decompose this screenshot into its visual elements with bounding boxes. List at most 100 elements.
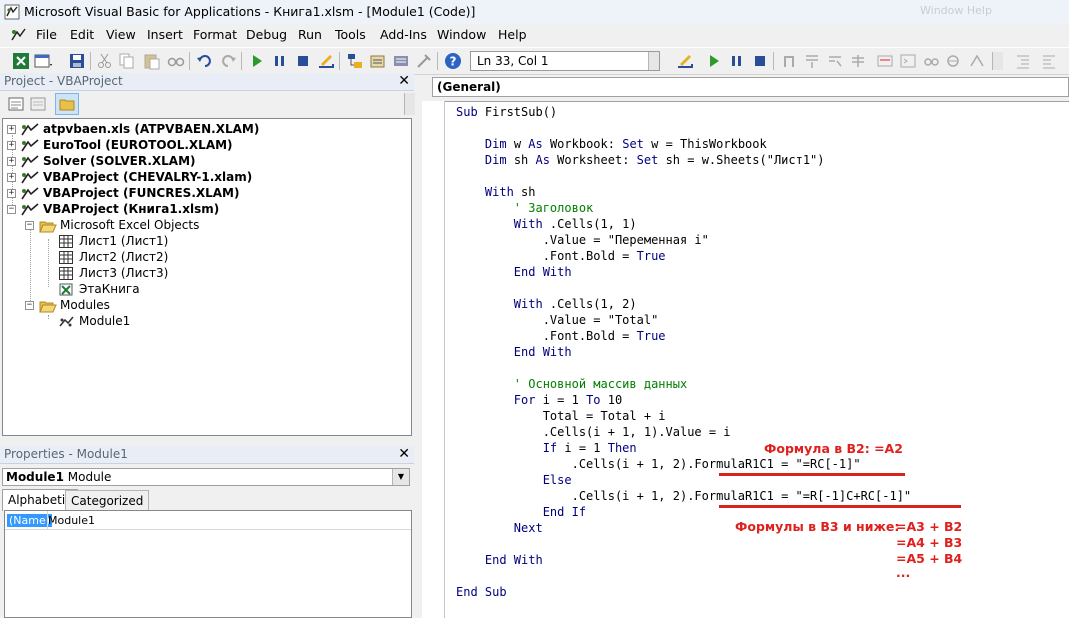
collapse-icon[interactable]: − — [7, 205, 16, 214]
standard-toolbar: ? Ln 33, Col 1 — [0, 47, 1069, 75]
vba-project-icon — [21, 123, 39, 136]
code-line: .Cells(i + 1, 2).FormulaR1C1 = "=RC[-1]" — [456, 457, 861, 471]
break-icon-2[interactable] — [728, 52, 746, 70]
project-tree: + atpvbaen.xls (ATPVBAEN.XLAM) + EuroToo… — [2, 118, 412, 436]
call-stack-icon[interactable] — [968, 52, 986, 70]
menu-format[interactable]: Format — [193, 27, 237, 42]
immediate-icon[interactable] — [899, 52, 917, 70]
view-object-icon[interactable] — [30, 96, 46, 112]
code-line: With sh — [484, 185, 536, 199]
tree-item-label: Microsoft Excel Objects — [60, 218, 200, 232]
vba-project-icon — [21, 187, 39, 200]
vba-project-icon — [21, 155, 39, 168]
object-combo[interactable]: (General) — [432, 77, 1069, 97]
menu-debug[interactable]: Debug — [246, 27, 287, 42]
watch-icon[interactable] — [922, 52, 940, 70]
menu-tools[interactable]: Tools — [335, 27, 366, 42]
menu-bar: File Edit View Insert Format Debug Run T… — [0, 24, 1069, 46]
expand-icon[interactable]: + — [7, 141, 16, 150]
property-name[interactable]: (Name) — [7, 514, 53, 527]
reset-icon-2[interactable] — [751, 52, 769, 70]
vba-app-icon — [4, 4, 20, 20]
toggle-folders-button[interactable] — [55, 93, 79, 115]
reset-icon[interactable] — [294, 52, 312, 70]
property-value[interactable]: Module1 — [48, 514, 95, 527]
view-code-icon[interactable] — [8, 96, 24, 112]
menu-run[interactable]: Run — [298, 27, 322, 42]
design-mode-icon[interactable] — [317, 52, 335, 70]
property-grid: (Name) Module1 — [4, 510, 412, 618]
menu-view[interactable]: View — [106, 27, 136, 42]
insert-userform-icon[interactable] — [34, 52, 52, 70]
code-line: .Value = "Total" — [456, 313, 659, 327]
outdent-icon[interactable] — [1040, 52, 1058, 70]
expand-icon[interactable]: + — [7, 173, 16, 182]
tab-categorized[interactable]: Categorized — [65, 490, 150, 510]
copy-icon[interactable] — [118, 52, 136, 70]
code-line: For i = 1 To 10 — [513, 393, 623, 407]
menu-window[interactable]: Window — [437, 27, 486, 42]
toggle-breakpoint-icon[interactable] — [780, 52, 798, 70]
project-close-icon[interactable]: ✕ — [398, 73, 410, 89]
expand-icon[interactable]: + — [7, 189, 16, 198]
find-icon[interactable] — [167, 52, 185, 70]
tree-item-label: Лист2 (Лист2) — [79, 250, 169, 264]
tree-item-label: ЭтаКнига — [79, 282, 140, 296]
help-icon[interactable]: ? — [444, 52, 462, 70]
step-over-icon[interactable] — [826, 52, 844, 70]
design-mode-icon-2[interactable] — [676, 52, 694, 70]
toolbox-icon[interactable] — [415, 52, 433, 70]
folder-icon — [59, 99, 75, 111]
save-icon[interactable] — [68, 52, 86, 70]
menu-insert[interactable]: Insert — [147, 27, 183, 42]
indent-icon[interactable] — [1014, 52, 1032, 70]
code-line: With .Cells(1, 1) — [513, 217, 637, 231]
worksheet-icon — [59, 235, 73, 248]
menu-edit[interactable]: Edit — [70, 27, 94, 42]
project-toolbar-overflow[interactable] — [404, 93, 415, 115]
properties-close-icon[interactable]: ✕ — [398, 446, 410, 462]
code-margin[interactable] — [422, 101, 445, 618]
properties-pane-title: Properties - Module1 — [4, 447, 128, 461]
excel-icon[interactable] — [12, 52, 30, 70]
menu-help[interactable]: Help — [498, 27, 527, 42]
tree-item-label: VBAProject (FUNCRES.XLAM) — [43, 186, 240, 200]
expand-icon[interactable]: + — [7, 157, 16, 166]
collapse-icon[interactable]: − — [25, 221, 34, 230]
vba-project-icon — [21, 139, 39, 152]
cut-icon[interactable] — [96, 52, 114, 70]
tree-item-label: Solver (SOLVER.XLAM) — [43, 154, 196, 168]
object-select[interactable]: Module1 Module ▼ — [2, 468, 410, 486]
object-browser-icon[interactable] — [392, 52, 410, 70]
toolbar-overflow-handle[interactable] — [648, 52, 659, 70]
paste-icon[interactable] — [143, 52, 161, 70]
vba-menu-icon[interactable] — [10, 27, 28, 43]
step-into-icon[interactable] — [803, 52, 821, 70]
code-comment: ' Заголовок — [456, 201, 594, 215]
tree-item-label: Modules — [60, 298, 110, 312]
run-icon-2[interactable] — [705, 52, 723, 70]
tree-item-label: Лист1 (Лист1) — [79, 234, 169, 248]
step-out-icon[interactable] — [849, 52, 867, 70]
locals-icon[interactable] — [876, 52, 894, 70]
worksheet-icon — [59, 251, 73, 264]
tree-item-label: EuroTool (EUROTOOL.XLAM) — [43, 138, 233, 152]
menu-file[interactable]: File — [36, 27, 57, 42]
module-icon — [59, 316, 74, 327]
quick-watch-icon[interactable] — [945, 52, 963, 70]
undo-icon[interactable] — [196, 52, 214, 70]
menu-add-ins[interactable]: Add-Ins — [380, 27, 427, 42]
collapse-icon[interactable]: − — [25, 301, 34, 310]
code-line: End If — [542, 505, 587, 519]
chevron-down-icon[interactable]: ▼ — [392, 469, 409, 485]
vba-project-icon — [21, 203, 39, 216]
properties-window-icon[interactable] — [369, 52, 387, 70]
code-line: Next — [513, 521, 543, 535]
expand-icon[interactable]: + — [7, 125, 16, 134]
break-icon[interactable] — [271, 52, 289, 70]
redo-icon[interactable] — [219, 52, 237, 70]
tree-item-label: VBAProject (CHEVALRY-1.xlam) — [43, 170, 253, 184]
run-icon[interactable] — [248, 52, 266, 70]
project-explorer-icon[interactable] — [346, 52, 364, 70]
toolbar-overflow-handle-2[interactable] — [992, 52, 1003, 70]
